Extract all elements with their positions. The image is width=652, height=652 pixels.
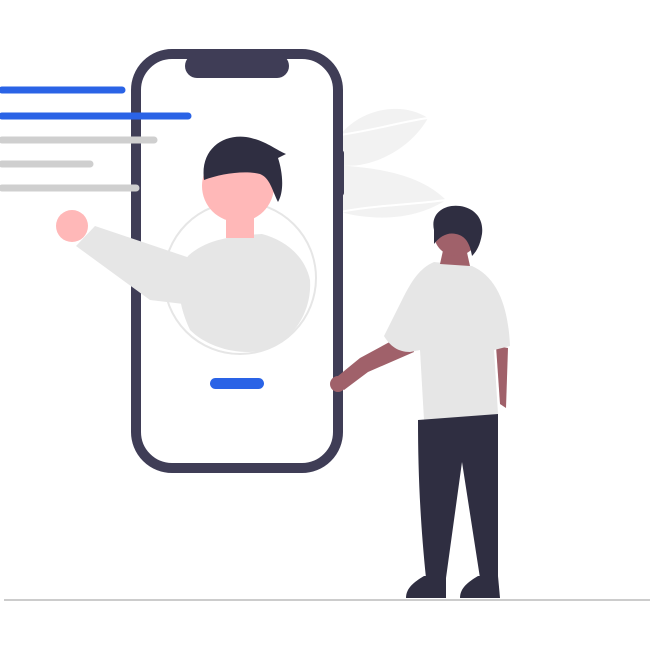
- person-shoe: [460, 576, 500, 598]
- leaf-icon: [338, 108, 447, 218]
- person-icon: [330, 205, 510, 598]
- phone-side-button: [337, 150, 344, 196]
- person-shirt: [384, 262, 510, 420]
- person-pants: [418, 414, 498, 578]
- onboarding-illustration: [0, 49, 650, 601]
- continue-button[interactable]: [210, 378, 264, 389]
- avatar-hand: [56, 210, 88, 242]
- phone-notch: [185, 54, 289, 78]
- person-shoe: [406, 576, 446, 598]
